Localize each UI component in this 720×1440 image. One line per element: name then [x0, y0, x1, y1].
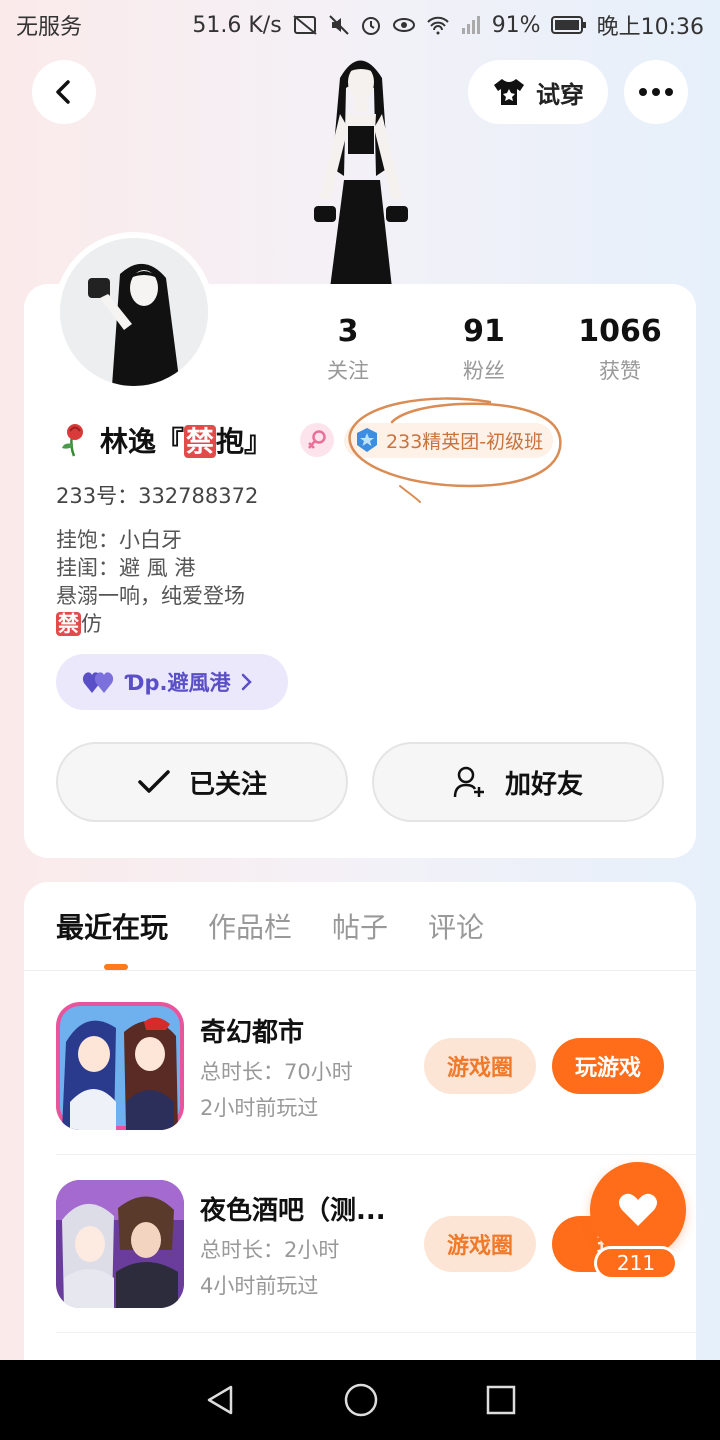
mute-icon: [328, 15, 349, 35]
tab-posts[interactable]: 帖子: [332, 906, 388, 946]
elite-group-label: 233精英团-初级班: [386, 430, 544, 453]
followers-label: 粉丝: [463, 359, 505, 383]
elite-medal-icon: [357, 428, 378, 452]
try-on-button[interactable]: 试穿: [468, 60, 608, 124]
game-last-played: 2小时前玩过: [200, 1096, 319, 1120]
game-duration: 总时长：2小时: [200, 1238, 340, 1262]
chevron-left-icon: [56, 80, 70, 104]
followed-button[interactable]: 已关注: [56, 742, 348, 822]
account-id: 233号：332788372: [56, 484, 259, 508]
bio-line-1: 挂饱：小白牙: [56, 528, 182, 552]
double-heart-icon: [82, 672, 114, 693]
bio: 挂饱：小白牙 挂闺：避 風 港 悬溺一响，纯爱登场 禁仿: [56, 526, 245, 638]
tab-comments[interactable]: 评论: [428, 906, 484, 946]
bio-line-4: 禁仿: [56, 610, 245, 638]
bio-line-3: 悬溺一响，纯爱登场: [56, 584, 245, 608]
avatar-image: [60, 238, 208, 386]
more-button[interactable]: [624, 60, 688, 124]
play-game-button[interactable]: 玩游戏: [552, 1038, 664, 1094]
try-on-label: 试穿: [536, 80, 584, 109]
chevron-right-icon: [242, 673, 253, 691]
likes-count: 1066: [578, 314, 662, 349]
battery-percent: 91%: [491, 12, 541, 38]
nav-recents-icon[interactable]: [485, 1384, 517, 1416]
game-icon-art: [56, 1002, 184, 1130]
bio-ban-glyph: 禁: [56, 612, 81, 636]
female-icon: [308, 430, 326, 449]
add-friend-button[interactable]: 加好友: [372, 742, 664, 822]
game-title: 奇幻都市: [200, 1018, 305, 1048]
partner-link-label: Ɗp.避風港: [126, 671, 231, 695]
network-speed: 51.6 K/s: [192, 12, 282, 38]
row-divider: [56, 1154, 696, 1155]
profile-stats: 3 关注 91 粉丝 1066 获赞: [280, 314, 690, 385]
wifi-icon: [426, 16, 449, 35]
username-suffix: 抱』: [216, 425, 273, 458]
system-nav-bar: [0, 1360, 720, 1440]
followers-count: 91: [463, 314, 505, 349]
nav-back-icon[interactable]: [203, 1383, 237, 1417]
name-row: 林逸『禁抱』 233精英团-初级班: [56, 420, 554, 460]
nav-home-icon[interactable]: [343, 1382, 379, 1418]
username: 林逸『禁抱』: [100, 420, 272, 460]
game-last-played: 4小时前玩过: [200, 1274, 319, 1298]
row-divider: [56, 1332, 696, 1333]
signal-icon: [461, 16, 480, 34]
tab-recent[interactable]: 最近在玩: [56, 906, 168, 946]
game-icon-art: [56, 1180, 184, 1308]
status-bar: 无服务 51.6 K/s 91% 晚上10:36: [0, 0, 720, 50]
clock: 晚上10:36: [596, 15, 704, 40]
username-prefix: 林逸『: [100, 425, 185, 458]
check-icon: [138, 770, 170, 793]
game-icon[interactable]: [56, 1002, 184, 1130]
bio-last-text: 仿: [81, 612, 102, 636]
tshirt-icon: [494, 79, 524, 105]
followers-stat[interactable]: 91 粉丝: [416, 314, 552, 385]
alarm-icon: [361, 17, 380, 35]
more-dots-icon: [639, 88, 673, 96]
likes-label: 获赞: [599, 359, 641, 383]
battery-icon: [550, 16, 586, 34]
add-user-icon: [453, 766, 484, 798]
game-row[interactable]: 奇幻都市 总时长：70小时 2小时前玩过 游戏圈 玩游戏: [56, 1002, 676, 1130]
avatar[interactable]: [54, 232, 214, 392]
favorite-circle: [590, 1162, 686, 1258]
back-button[interactable]: [32, 60, 96, 124]
game-circle-button[interactable]: 游戏圈: [424, 1216, 536, 1272]
elite-group-badge[interactable]: 233精英团-初级班: [344, 422, 554, 458]
tab-works[interactable]: 作品栏: [208, 906, 292, 946]
tab-divider: [24, 970, 696, 971]
favorite-count: 211: [594, 1246, 678, 1280]
partner-link-chip[interactable]: Ɗp.避風港: [56, 654, 288, 710]
eye-icon: [392, 18, 415, 32]
followed-label: 已关注: [188, 769, 267, 800]
heart-icon: [619, 1193, 657, 1226]
username-ban-glyph: 禁: [184, 425, 217, 458]
following-stat[interactable]: 3 关注: [280, 314, 416, 385]
tab-bar: 最近在玩 作品栏 帖子 评论: [56, 906, 484, 946]
following-label: 关注: [327, 359, 369, 383]
avatar-figure[interactable]: [290, 48, 430, 288]
likes-stat[interactable]: 1066 获赞: [552, 314, 688, 385]
status-icons: 51.6 K/s 91% 晚上10:36: [192, 9, 704, 41]
content-card: 最近在玩 作品栏 帖子 评论 奇幻都市 总时长：70小时 2小时前玩过 游戏圈 …: [24, 882, 696, 1362]
sim-off-icon: [293, 15, 317, 35]
favorite-float-button[interactable]: 211: [590, 1162, 686, 1282]
gender-badge: [300, 423, 335, 457]
game-title: 夜色酒吧（测...: [200, 1196, 386, 1226]
carrier-label: 无服务: [16, 15, 83, 40]
following-count: 3: [337, 314, 359, 349]
wilted-rose-icon: [62, 424, 83, 457]
game-duration: 总时长：70小时: [200, 1060, 353, 1084]
game-icon[interactable]: [56, 1180, 184, 1308]
game-row[interactable]: 夜色酒吧（测... 总时长：2小时 4小时前玩过 游戏圈 玩: [56, 1180, 676, 1308]
add-friend-label: 加好友: [504, 769, 583, 800]
game-circle-button[interactable]: 游戏圈: [424, 1038, 536, 1094]
bio-line-2: 挂闺：避 風 港: [56, 556, 196, 580]
